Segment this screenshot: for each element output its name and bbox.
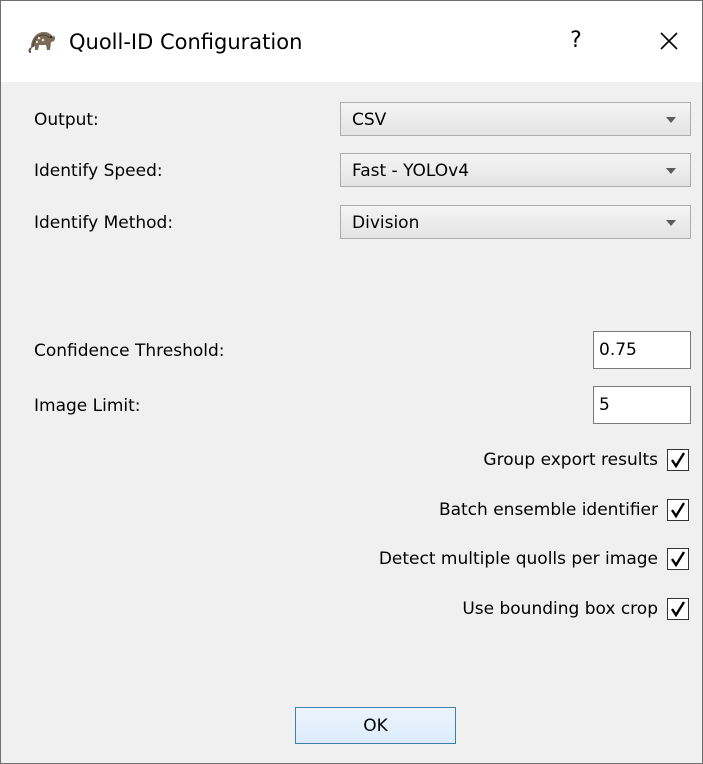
output-value: CSV [352, 110, 387, 130]
detect-multiple-quolls-option[interactable]: Detect multiple quolls per image [379, 546, 689, 572]
help-button[interactable]: ? [546, 17, 606, 65]
confidence-threshold-label: Confidence Threshold: [34, 341, 225, 361]
ok-button[interactable]: OK [295, 707, 456, 744]
checkbox-label: Group export results [483, 450, 658, 470]
group-export-results-option[interactable]: Group export results [483, 447, 689, 473]
checkmark-icon [671, 601, 686, 618]
confidence-threshold-input[interactable] [593, 331, 691, 369]
checkbox-label: Use bounding box crop [462, 599, 658, 619]
window-title: Quoll-ID Configuration [69, 30, 303, 54]
output-combobox[interactable]: CSV [340, 102, 691, 136]
config-dialog: Quoll-ID Configuration ? Output: CSV Ide… [0, 0, 703, 764]
use-bounding-box-crop-checkbox[interactable] [667, 598, 689, 620]
batch-ensemble-identifier-option[interactable]: Batch ensemble identifier [439, 497, 689, 523]
identify-method-value: Division [352, 213, 420, 233]
image-limit-input[interactable] [593, 386, 691, 424]
chevron-down-icon [666, 117, 676, 123]
title-bar: Quoll-ID Configuration ? [1, 1, 702, 82]
identify-method-combobox[interactable]: Division [340, 205, 691, 239]
chevron-down-icon [666, 168, 676, 174]
checkmark-icon [671, 551, 686, 568]
batch-ensemble-identifier-checkbox[interactable] [667, 499, 689, 521]
image-limit-label: Image Limit: [34, 396, 141, 416]
identify-method-label: Identify Method: [34, 213, 174, 233]
checkmark-icon [671, 452, 686, 469]
identify-speed-label: Identify Speed: [34, 161, 163, 181]
identify-speed-value: Fast - YOLOv4 [352, 161, 470, 181]
checkmark-icon [671, 502, 686, 519]
checkbox-label: Detect multiple quolls per image [378, 549, 658, 569]
close-icon [660, 32, 678, 50]
chevron-down-icon [666, 220, 676, 226]
identify-speed-combobox[interactable]: Fast - YOLOv4 [340, 153, 691, 187]
use-bounding-box-crop-option[interactable]: Use bounding box crop [462, 596, 689, 622]
checkbox-label: Batch ensemble identifier [438, 500, 658, 520]
group-export-results-checkbox[interactable] [667, 449, 689, 471]
output-label: Output: [34, 110, 99, 130]
close-button[interactable] [639, 17, 699, 65]
detect-multiple-quolls-checkbox[interactable] [667, 548, 689, 570]
quoll-app-icon [27, 26, 57, 56]
